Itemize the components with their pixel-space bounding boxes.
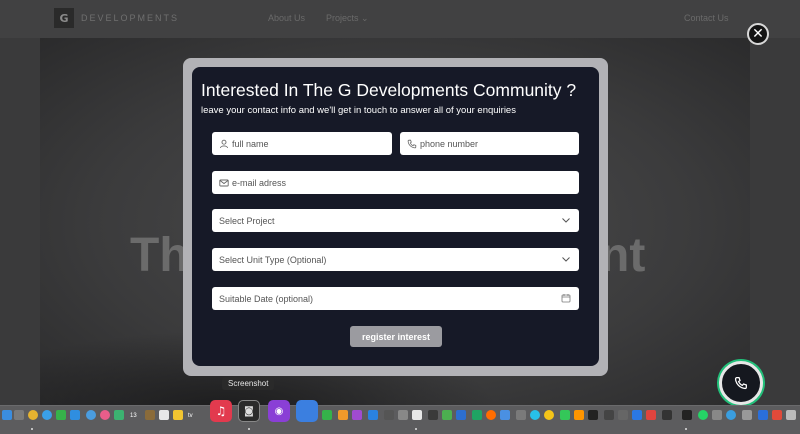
unit-type-select[interactable]: Select Unit Type (Optional): [212, 248, 579, 271]
photos-icon[interactable]: [100, 410, 110, 420]
site-logo[interactable]: G: [54, 8, 74, 28]
close-icon: ✕: [752, 26, 764, 42]
launchpad-icon[interactable]: [14, 410, 24, 420]
app-icon-23[interactable]: [742, 410, 752, 420]
reminders-icon[interactable]: [159, 410, 169, 420]
call-button[interactable]: [719, 361, 763, 405]
app-icon-19[interactable]: [646, 410, 656, 420]
whatsapp-icon[interactable]: [698, 410, 708, 420]
contacts-icon[interactable]: [145, 410, 155, 420]
finder-icon[interactable]: [2, 410, 12, 420]
app-icon-18[interactable]: [632, 410, 642, 420]
app-icon-6[interactable]: [442, 410, 452, 420]
project-select-value: Select Project: [219, 215, 275, 226]
phone-icon: [407, 139, 417, 148]
app-icon-22[interactable]: [726, 410, 736, 420]
app-icon-5[interactable]: [428, 410, 438, 420]
phone-input[interactable]: phone number: [400, 132, 579, 155]
calendar-icon: [561, 294, 571, 303]
unit-type-select-value: Select Unit Type (Optional): [219, 254, 327, 265]
app-store-icon[interactable]: [368, 410, 378, 420]
full-name-input[interactable]: full name: [212, 132, 392, 155]
phone-placeholder: phone number: [420, 138, 479, 149]
app-icon-15[interactable]: [588, 410, 598, 420]
user-icon: [220, 139, 228, 148]
numbers-icon[interactable]: [322, 410, 332, 420]
app-icon-13[interactable]: [560, 410, 570, 420]
hero-heading-left: Th: [130, 229, 189, 282]
app-icon-3[interactable]: [398, 410, 408, 420]
email-placeholder: e-mail adress: [232, 177, 287, 188]
camera-icon: ◙: [244, 405, 254, 417]
screenshot-icon[interactable]: ◙: [238, 400, 260, 422]
chrome-icon[interactable]: [28, 410, 38, 420]
app-icon-24[interactable]: [758, 410, 768, 420]
modal-title: Interested In The G Developments Communi…: [201, 80, 577, 100]
register-interest-button[interactable]: register interest: [350, 326, 442, 347]
modal-subtitle: leave your contact info and we'll get in…: [201, 105, 516, 116]
close-modal-button[interactable]: ✕: [747, 23, 769, 45]
nav-projects[interactable]: Projects ⌄: [326, 13, 369, 24]
envelope-icon: [219, 179, 229, 186]
app-icon-16[interactable]: [604, 410, 614, 420]
app-icon-7[interactable]: [456, 410, 466, 420]
apple-tv-icon[interactable]: tv: [188, 413, 193, 419]
chevron-down-icon: [562, 218, 570, 223]
app-icon-1[interactable]: [352, 410, 362, 420]
app-icon-25[interactable]: [772, 410, 782, 420]
nav-about-us[interactable]: About Us: [268, 13, 305, 23]
chevron-down-icon: [562, 257, 570, 262]
app-icon-12[interactable]: [544, 410, 554, 420]
full-name-placeholder: full name: [232, 138, 269, 149]
phone-icon: [734, 377, 747, 390]
nav-contact-us[interactable]: Contact Us: [684, 13, 729, 23]
facetime-icon[interactable]: [114, 410, 124, 420]
dock-running-indicator: [415, 428, 417, 430]
app-icon-20[interactable]: [662, 410, 672, 420]
dock-running-indicator: [685, 428, 687, 430]
date-placeholder: Suitable Date (optional): [219, 293, 314, 304]
safari-icon[interactable]: [42, 410, 52, 420]
app-icon-11[interactable]: [530, 410, 540, 420]
mail-icon[interactable]: [70, 410, 80, 420]
app-icon-10[interactable]: [516, 410, 526, 420]
calendar-icon[interactable]: 13: [130, 413, 137, 419]
firefox-icon[interactable]: [486, 410, 496, 420]
pages-icon[interactable]: [338, 410, 348, 420]
trash-icon[interactable]: [786, 410, 796, 420]
app-icon-21[interactable]: [712, 410, 722, 420]
project-select[interactable]: Select Project: [212, 209, 579, 232]
app-icon-8[interactable]: [472, 410, 482, 420]
app-icon-14[interactable]: [574, 410, 584, 420]
app-icon-4[interactable]: [412, 410, 422, 420]
terminal-icon[interactable]: [682, 410, 692, 420]
music-note-icon: ♫: [215, 404, 227, 418]
app-icon-2[interactable]: [384, 410, 394, 420]
maps-icon[interactable]: [86, 410, 96, 420]
date-input[interactable]: Suitable Date (optional): [212, 287, 579, 310]
dock-running-indicator: [248, 428, 250, 430]
notes-icon[interactable]: [173, 410, 183, 420]
keynote-icon[interactable]: [296, 400, 318, 422]
app-icon-9[interactable]: [500, 410, 510, 420]
podcast-icon: ◉: [274, 405, 284, 417]
email-input[interactable]: e-mail adress: [212, 171, 579, 194]
app-icon-17[interactable]: [618, 410, 628, 420]
site-logo-text[interactable]: DEVELOPMENTS: [81, 13, 179, 23]
podcasts-icon[interactable]: ◉: [268, 400, 290, 422]
music-icon[interactable]: ♫: [210, 400, 232, 422]
messages-icon[interactable]: [56, 410, 66, 420]
dock-tooltip: Screenshot: [222, 377, 275, 390]
dock-running-indicator: [31, 428, 33, 430]
